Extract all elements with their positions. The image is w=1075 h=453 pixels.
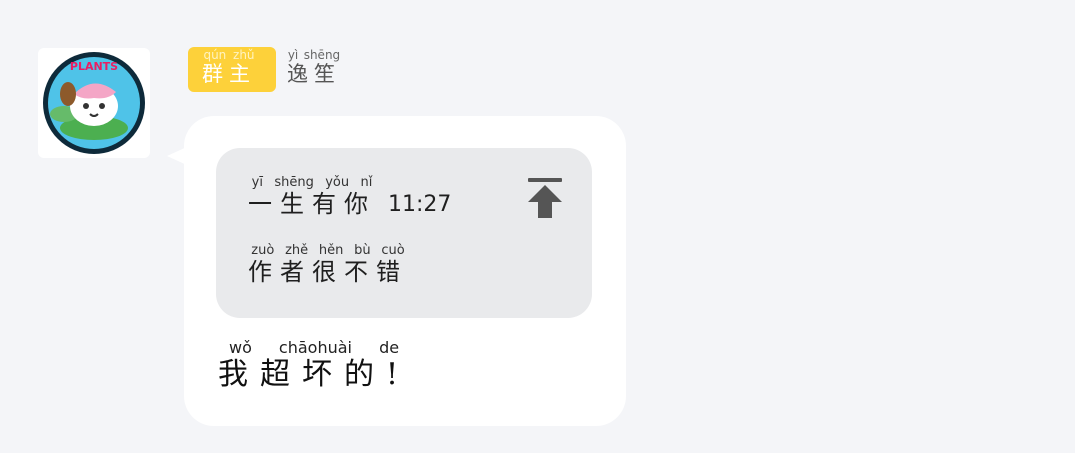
cartoon-cat-avatar-icon: PLANTS bbox=[43, 52, 145, 154]
quote-content: 作者很不错zuò zhě hěn bù cuò bbox=[248, 243, 408, 287]
sender-avatar[interactable]: PLANTS bbox=[38, 48, 150, 158]
quote-author: 一生有你yī shēng yǒu nǐ bbox=[248, 175, 376, 218]
quoted-message[interactable]: 一生有你yī shēng yǒu nǐ 11:27 作者很不错zuò zhě h… bbox=[216, 148, 592, 318]
chat-screen: PLANTS 群主qún zhǔ 逸笙yì shēng 一生有你yī shēng… bbox=[0, 0, 1075, 453]
group-owner-badge: 群主qún zhǔ bbox=[188, 47, 276, 92]
quote-content-pinyin: zuò zhě hěn bù cuò bbox=[248, 243, 408, 258]
message-body-pinyin: wǒ chāohuài de bbox=[218, 338, 411, 357]
pin-to-top-icon[interactable] bbox=[526, 178, 564, 220]
badge-pinyin: qún zhǔ bbox=[202, 48, 256, 62]
quote-time: 11:27 bbox=[388, 192, 452, 217]
quote-header: 一生有你yī shēng yǒu nǐ 11:27 bbox=[248, 175, 452, 219]
quote-content-text: 作者很不错zuò zhě hěn bù cuò bbox=[248, 243, 408, 286]
sender-name-pinyin: yì shēng bbox=[287, 48, 341, 62]
avatar-logo-text: PLANTS bbox=[70, 60, 118, 73]
quote-author-pinyin: yī shēng yǒu nǐ bbox=[248, 175, 376, 190]
badge-label: 群主qún zhǔ bbox=[202, 48, 256, 86]
sender-name-label: 逸笙yì shēng bbox=[287, 48, 341, 86]
message-body: 我超坏的!wǒ chāohuài de bbox=[218, 338, 411, 392]
message-text: 我超坏的!wǒ chāohuài de bbox=[218, 338, 411, 393]
